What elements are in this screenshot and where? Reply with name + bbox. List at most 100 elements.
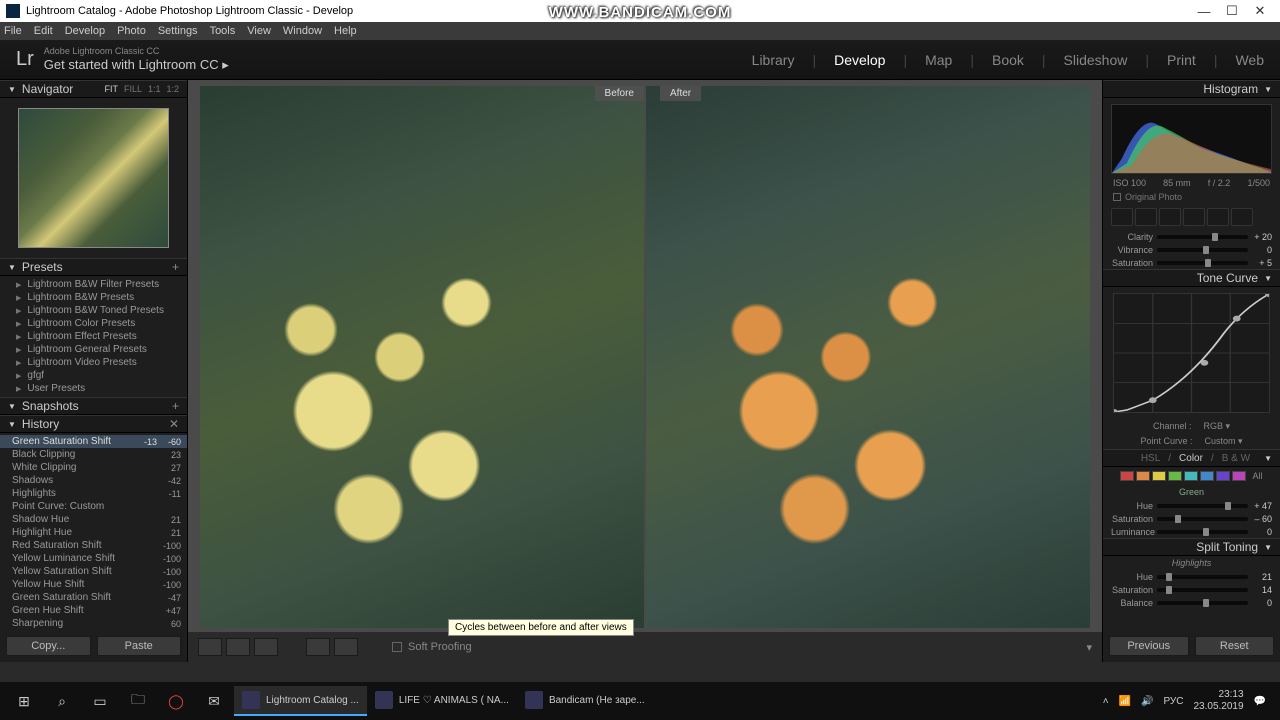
- gradient-tool[interactable]: [1183, 208, 1205, 226]
- taskbar-app[interactable]: LIFE ♡ ANIMALS ( NA...: [367, 686, 517, 716]
- nav-zoom-fill[interactable]: FILL: [124, 84, 142, 94]
- nav-zoom-1:2[interactable]: 1:2: [166, 84, 179, 94]
- menu-settings[interactable]: Settings: [158, 25, 198, 37]
- toolbar-menu-icon[interactable]: ▾: [1086, 641, 1092, 654]
- menu-develop[interactable]: Develop: [65, 25, 105, 37]
- after-image[interactable]: After: [646, 86, 1090, 628]
- history-step[interactable]: Shadows-42: [0, 474, 187, 487]
- histogram-header[interactable]: Histogram▼: [1103, 80, 1280, 98]
- history-step[interactable]: Green Saturation Shift-13-60: [0, 435, 187, 448]
- slider-luminance[interactable]: Luminance0: [1103, 525, 1280, 538]
- color-swatch[interactable]: [1232, 471, 1246, 481]
- explorer-icon[interactable]: 🗀: [120, 686, 156, 716]
- preset-folder[interactable]: ▶Lightroom B&W Presets: [0, 291, 187, 304]
- preset-folder[interactable]: ▶gfgf: [0, 369, 187, 382]
- maximize-button[interactable]: ☐: [1218, 3, 1246, 19]
- snapshots-header[interactable]: ▼Snapshots+: [0, 397, 187, 415]
- histogram[interactable]: [1111, 104, 1272, 174]
- before-image[interactable]: Before: [200, 86, 644, 628]
- history-step[interactable]: Point Curve: Custom: [0, 500, 187, 513]
- loupe-view-button[interactable]: [198, 638, 222, 656]
- search-icon[interactable]: ⌕: [44, 686, 80, 716]
- paste-button[interactable]: Paste: [97, 636, 182, 656]
- volume-icon[interactable]: 🔊: [1141, 696, 1153, 707]
- preset-folder[interactable]: ▶Lightroom Effect Presets: [0, 330, 187, 343]
- menu-edit[interactable]: Edit: [34, 25, 53, 37]
- copy-button[interactable]: Copy...: [6, 636, 91, 656]
- slider-clarity[interactable]: Clarity+ 20: [1103, 230, 1280, 243]
- color-swatch[interactable]: [1200, 471, 1214, 481]
- preset-folder[interactable]: ▶Lightroom B&W Toned Presets: [0, 304, 187, 317]
- preset-folder[interactable]: ▶User Presets: [0, 382, 187, 395]
- notifications-icon[interactable]: 💬: [1254, 696, 1266, 707]
- menu-help[interactable]: Help: [334, 25, 357, 37]
- slider-vibrance[interactable]: Vibrance0: [1103, 243, 1280, 256]
- history-step[interactable]: Yellow Saturation Shift-100: [0, 565, 187, 578]
- slider-saturation[interactable]: Saturation– 60: [1103, 512, 1280, 525]
- previous-button[interactable]: Previous: [1109, 636, 1189, 656]
- radial-tool[interactable]: [1207, 208, 1229, 226]
- module-map[interactable]: Map: [925, 52, 952, 68]
- preset-folder[interactable]: ▶Lightroom B&W Filter Presets: [0, 278, 187, 291]
- spot-tool[interactable]: [1135, 208, 1157, 226]
- taskbar-app[interactable]: Bandicam (Не заре...: [517, 686, 653, 716]
- nav-zoom-fit[interactable]: FIT: [104, 84, 118, 94]
- history-step[interactable]: Highlight Hue21: [0, 526, 187, 539]
- menu-tools[interactable]: Tools: [210, 25, 236, 37]
- module-web[interactable]: Web: [1235, 52, 1264, 68]
- menu-window[interactable]: Window: [283, 25, 322, 37]
- language-indicator[interactable]: РУС: [1163, 696, 1183, 707]
- system-tray[interactable]: ˄ 📶 🔊 РУС 23:13 23.05.2019 💬: [1103, 689, 1274, 713]
- color-swatch[interactable]: [1168, 471, 1182, 481]
- module-book[interactable]: Book: [992, 52, 1024, 68]
- color-swatch[interactable]: [1136, 471, 1150, 481]
- color-all[interactable]: All: [1252, 471, 1262, 481]
- navigator-thumbnail[interactable]: [0, 98, 187, 258]
- hsl-header[interactable]: HSL/Color/B & W ▼: [1103, 449, 1280, 467]
- crop-tool[interactable]: [1111, 208, 1133, 226]
- module-develop[interactable]: Develop: [834, 52, 885, 68]
- slider-saturation[interactable]: Saturation+ 5: [1103, 256, 1280, 269]
- taskbar-app[interactable]: Lightroom Catalog ...: [234, 686, 367, 716]
- module-print[interactable]: Print: [1167, 52, 1196, 68]
- history-step[interactable]: Green Hue Shift+47: [0, 604, 187, 617]
- tone-curve[interactable]: [1113, 293, 1270, 413]
- navigator-header[interactable]: ▼Navigator FITFILL1:11:2: [0, 80, 187, 98]
- history-step[interactable]: Yellow Luminance Shift-100: [0, 552, 187, 565]
- network-icon[interactable]: 📶: [1119, 696, 1131, 707]
- history-step[interactable]: Sharpening60: [0, 617, 187, 630]
- before-after-button[interactable]: [254, 638, 278, 656]
- menu-view[interactable]: View: [247, 25, 271, 37]
- module-slideshow[interactable]: Slideshow: [1064, 52, 1128, 68]
- history-step[interactable]: Black Clipping23: [0, 448, 187, 461]
- slider-saturation[interactable]: Saturation14: [1103, 583, 1280, 596]
- color-swatch[interactable]: [1120, 471, 1134, 481]
- menu-photo[interactable]: Photo: [117, 25, 146, 37]
- nav-zoom-1:1[interactable]: 1:1: [148, 84, 161, 94]
- history-step[interactable]: Green Saturation Shift-47: [0, 591, 187, 604]
- color-swatch[interactable]: [1216, 471, 1230, 481]
- splittoning-header[interactable]: Split Toning▼: [1103, 538, 1280, 556]
- history-step[interactable]: Highlights-11: [0, 487, 187, 500]
- mail-icon[interactable]: ✉: [196, 686, 232, 716]
- minimize-button[interactable]: —: [1190, 4, 1218, 19]
- preset-folder[interactable]: ▶Lightroom Video Presets: [0, 356, 187, 369]
- compare-view-button[interactable]: [226, 638, 250, 656]
- brush-tool[interactable]: [1231, 208, 1253, 226]
- menu-file[interactable]: File: [4, 25, 22, 37]
- slider-hue[interactable]: Hue+ 47: [1103, 499, 1280, 512]
- get-started-link[interactable]: Get started with Lightroom CC ▸: [44, 57, 229, 73]
- preset-folder[interactable]: ▶Lightroom Color Presets: [0, 317, 187, 330]
- pointcurve-select[interactable]: Custom ▾: [1205, 436, 1243, 447]
- redeye-tool[interactable]: [1159, 208, 1181, 226]
- history-step[interactable]: Yellow Hue Shift-100: [0, 578, 187, 591]
- channel-select[interactable]: RGB ▾: [1204, 421, 1231, 432]
- taskview-icon[interactable]: ▭: [82, 686, 118, 716]
- soft-proofing-toggle[interactable]: Soft Proofing: [392, 641, 472, 653]
- history-step[interactable]: Shadow Hue21: [0, 513, 187, 526]
- history-step[interactable]: Red Saturation Shift-100: [0, 539, 187, 552]
- copy-settings-button[interactable]: [334, 638, 358, 656]
- close-button[interactable]: ✕: [1246, 3, 1274, 19]
- original-photo-toggle[interactable]: Original Photo: [1103, 190, 1280, 204]
- presets-header[interactable]: ▼Presets+: [0, 258, 187, 276]
